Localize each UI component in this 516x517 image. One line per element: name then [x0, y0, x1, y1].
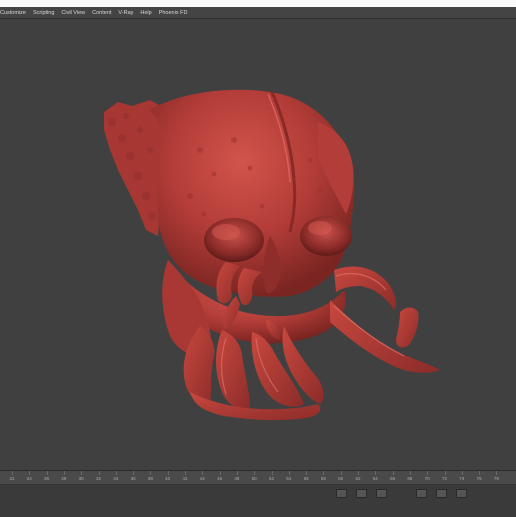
timeline-tick-label: 46 [217, 476, 223, 481]
menu-civil-view[interactable]: Civil View [61, 10, 85, 16]
timeline-tick [202, 471, 204, 475]
timeline-tick [81, 471, 83, 475]
timeline-tick-label: 34 [113, 476, 119, 481]
timeline-tick-label: 28 [61, 476, 67, 481]
timeline-tick-label: 22 [9, 476, 15, 481]
timeline-tick-label: 40 [165, 476, 171, 481]
menu-help[interactable]: Help [140, 10, 151, 16]
menu-bar: Customize Scripting Civil View Content V… [0, 7, 516, 19]
cranium [150, 89, 355, 297]
timeline-tick [306, 471, 308, 475]
timeline-tick [29, 471, 31, 475]
timeline-tick-label: 50 [251, 476, 257, 481]
timeline-tick-label: 58 [320, 476, 326, 481]
timeline-tick-label: 32 [95, 476, 102, 481]
key-button[interactable] [376, 489, 387, 498]
timeline-tick [219, 471, 221, 475]
timeline-tick-label: 74 [459, 476, 465, 481]
window-top-strip [0, 0, 516, 7]
timeline-tick-label: 38 [147, 476, 153, 481]
timeline-tick [12, 471, 13, 475]
timeline-tick-label: 76 [476, 476, 482, 481]
skull-model [104, 89, 440, 421]
timeline-tick-label: 24 [26, 476, 32, 481]
timeline-tick [427, 471, 429, 475]
timeline-tick-label: 48 [234, 476, 240, 481]
timeline-tick [479, 471, 481, 475]
timeline-tick [63, 471, 65, 475]
play-button[interactable] [456, 489, 467, 498]
timeline-tick [167, 471, 169, 475]
menu-content[interactable]: Content [92, 10, 111, 16]
play-button[interactable] [436, 489, 447, 498]
timeline-tick [288, 471, 290, 475]
menu-customize[interactable]: Customize [0, 10, 26, 16]
key-button[interactable] [336, 489, 347, 498]
timeline-tick-label: 56 [303, 476, 309, 481]
timeline-tick [496, 471, 498, 475]
timeline-tick [150, 471, 152, 475]
timeline-tick-label: 44 [199, 476, 205, 481]
timeline-tick [409, 471, 411, 475]
play-button[interactable] [416, 489, 427, 498]
timeline-tick [115, 471, 117, 475]
timeline-tick [323, 471, 325, 475]
timeline-tick-label: 66 [390, 476, 396, 481]
timeline-tick [340, 471, 342, 475]
timeline-tick [271, 471, 273, 475]
timeline-tick [461, 471, 463, 475]
timeline-tick [358, 471, 359, 475]
timeline-tick-label: 72 [441, 476, 448, 481]
timeline-tick-label: 42 [182, 476, 188, 481]
timeline-tick-label: 64 [372, 476, 378, 481]
timeline-tick-label: 60 [338, 476, 344, 481]
timeline-tick [392, 471, 394, 475]
timeline-tick [375, 471, 377, 475]
menu-phoenix-fd[interactable]: Phoenix FD [159, 10, 188, 16]
key-button[interactable] [356, 489, 367, 498]
left-eye-socket [204, 218, 264, 262]
timeline-tick [254, 471, 256, 475]
timeline-tick-label: 68 [407, 476, 413, 481]
timeline-tick [133, 471, 135, 475]
timeline: 22 24 26 28 30 32 34 36 38 40 42 44 46 48 50 52 54 56 58 60… [0, 470, 516, 517]
timeline-tick-label: 78 [493, 476, 499, 481]
timeline-tick-label: 62 [355, 476, 361, 481]
timeline-tick [444, 471, 446, 475]
timeline-tick [185, 471, 186, 475]
timeline-tick-label: 30 [78, 476, 84, 481]
timeline-tick-label: 26 [44, 476, 50, 481]
status-area [0, 485, 516, 517]
timeline-ruler[interactable]: 22 24 26 28 30 32 34 36 38 40 42 44 46 48 50 52 54 56 58 60… [0, 471, 516, 485]
timeline-tick [46, 471, 48, 475]
timeline-tick [98, 471, 100, 475]
timeline-tick-label: 70 [424, 476, 430, 481]
timeline-tick [236, 471, 238, 475]
timeline-tick-label: 36 [130, 476, 136, 481]
menu-vray[interactable]: V-Ray [118, 10, 133, 16]
timeline-tick-label: 52 [268, 476, 275, 481]
timeline-tick-label: 54 [286, 476, 292, 481]
3d-viewport[interactable] [0, 19, 516, 470]
menu-scripting[interactable]: Scripting [33, 10, 54, 16]
